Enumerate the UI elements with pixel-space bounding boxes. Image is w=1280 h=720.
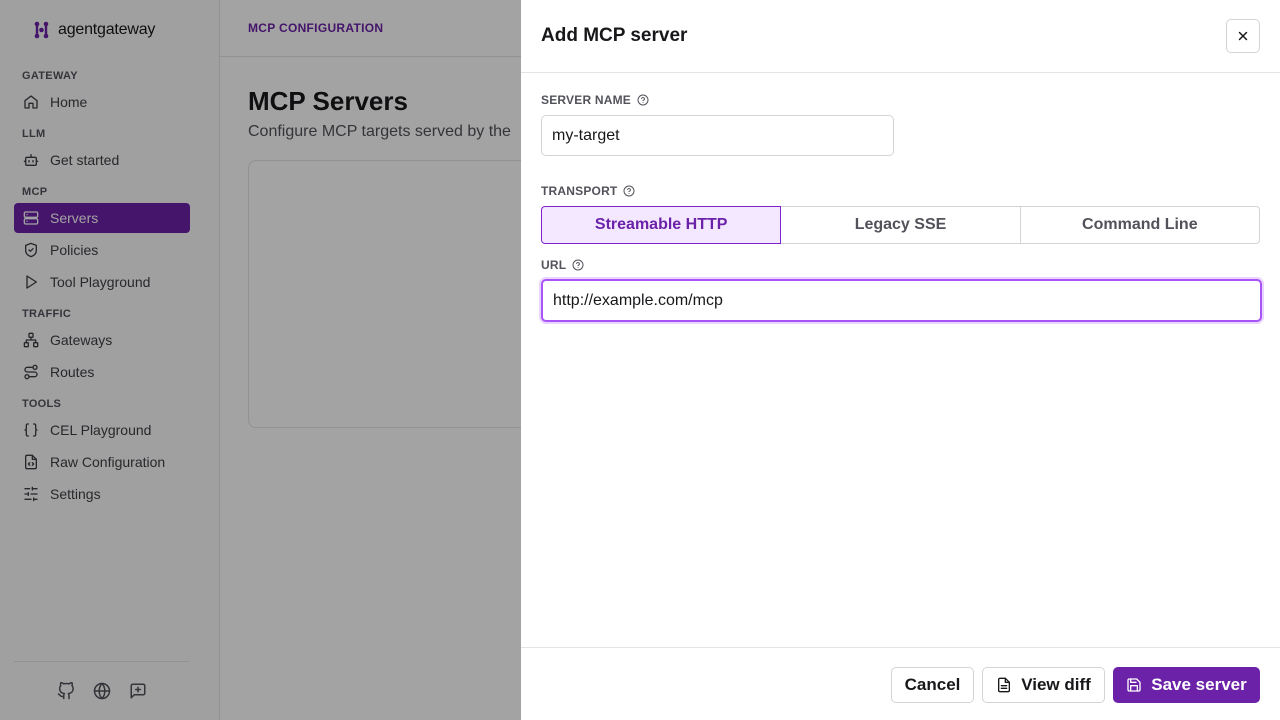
drawer-header: Add MCP server xyxy=(521,0,1280,73)
transport-option-streamable-http[interactable]: Streamable HTTP xyxy=(541,206,782,244)
url-input[interactable] xyxy=(541,279,1262,322)
save-server-button[interactable]: Save server xyxy=(1113,667,1260,703)
drawer-footer: Cancel View diff Save server xyxy=(521,647,1280,720)
view-diff-button[interactable]: View diff xyxy=(982,667,1105,703)
help-circle-icon[interactable] xyxy=(637,94,649,106)
help-circle-icon[interactable] xyxy=(623,185,635,197)
view-diff-button-label: View diff xyxy=(1021,675,1091,694)
save-icon xyxy=(1127,678,1141,692)
save-server-button-label: Save server xyxy=(1151,675,1247,694)
server-name-input[interactable] xyxy=(541,115,894,156)
server-name-label: SERVER NAME xyxy=(541,93,649,107)
close-button[interactable] xyxy=(1226,19,1260,53)
transport-label-text: TRANSPORT xyxy=(541,184,618,198)
add-server-drawer: Add MCP server SERVER NAME TRANSPORT Str… xyxy=(521,0,1280,720)
url-label-text: URL xyxy=(541,258,567,272)
cancel-button[interactable]: Cancel xyxy=(891,667,974,703)
transport-label: TRANSPORT xyxy=(541,184,635,198)
transport-option-command-line[interactable]: Command Line xyxy=(1020,206,1260,244)
url-label: URL xyxy=(541,258,584,272)
help-circle-icon[interactable] xyxy=(572,259,584,271)
close-icon xyxy=(1238,31,1248,41)
transport-option-legacy-sse[interactable]: Legacy SSE xyxy=(781,206,1021,244)
server-name-label-text: SERVER NAME xyxy=(541,93,631,107)
drawer-title: Add MCP server xyxy=(541,25,688,46)
file-text-icon xyxy=(998,677,1011,693)
transport-selector: Streamable HTTP Legacy SSE Command Line xyxy=(541,206,1260,244)
cancel-button-label: Cancel xyxy=(904,675,961,694)
